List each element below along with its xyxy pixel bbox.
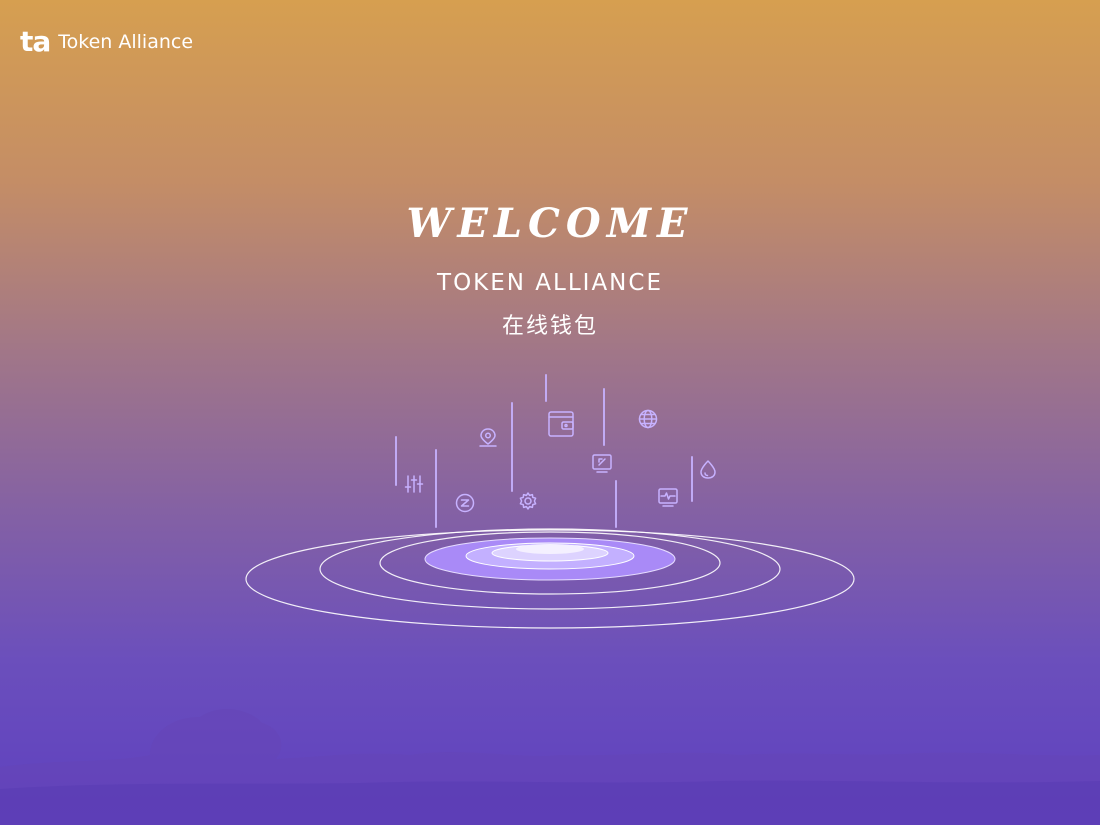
upload-screen-icon bbox=[592, 454, 612, 473]
subtitle-cn: 在线钱包 bbox=[501, 314, 598, 339]
light-lines bbox=[395, 374, 693, 528]
landscape-silhouette bbox=[0, 709, 1100, 825]
brand-logo[interactable]: ta Token Alliance bbox=[20, 28, 193, 56]
hero-illustration bbox=[245, 374, 855, 629]
logo-mark: ta bbox=[20, 25, 51, 58]
ring-center bbox=[516, 544, 584, 554]
platform-rings bbox=[245, 528, 855, 629]
subtitle: TOKEN ALLIANCE bbox=[437, 270, 663, 296]
no-entry-icon bbox=[455, 493, 475, 513]
wallet-icon bbox=[548, 411, 574, 437]
welcome-heading: WELCOME bbox=[406, 200, 694, 247]
gear-icon bbox=[519, 492, 537, 510]
brand-name: Token Alliance bbox=[58, 31, 194, 53]
water-drop-icon bbox=[700, 460, 716, 479]
location-pin-icon bbox=[479, 428, 497, 447]
globe-icon bbox=[638, 409, 658, 429]
sliders-icon bbox=[404, 475, 424, 493]
monitor-pulse-icon bbox=[658, 488, 678, 507]
